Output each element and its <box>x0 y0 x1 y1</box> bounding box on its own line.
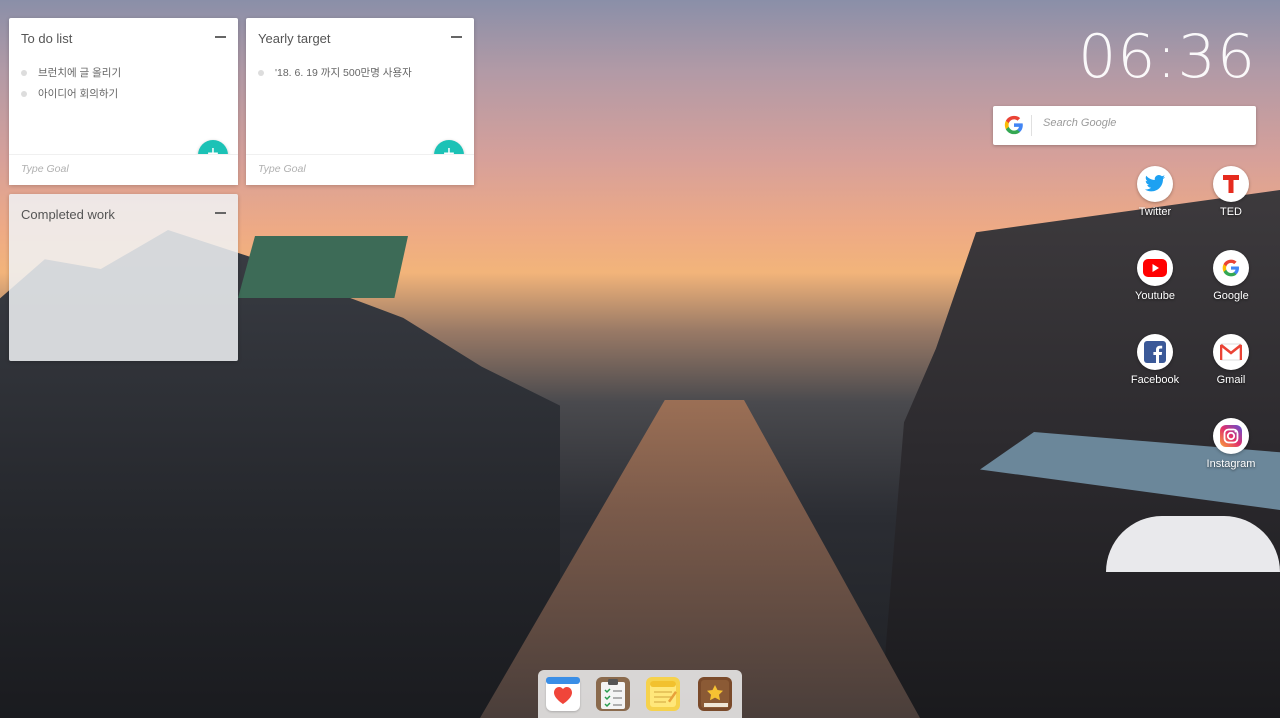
yearly-target-card: Yearly target '18. 6. 19 까지 500만명 사용자 + <box>246 18 474 185</box>
todo-goal-input[interactable] <box>19 162 173 176</box>
youtube-icon <box>1137 250 1173 286</box>
bookmark-star-book-icon[interactable] <box>698 677 732 711</box>
shortcut-label: TED <box>1220 206 1242 218</box>
ted-icon <box>1213 166 1249 202</box>
todo-card: To do list 브런치에 글 올리기 아이디어 회의하기 + <box>9 18 238 185</box>
shortcut-facebook[interactable]: Facebook <box>1123 334 1187 404</box>
clock: 06:36 <box>1078 22 1256 92</box>
shortcut-youtube[interactable]: Youtube <box>1123 250 1187 320</box>
list-item[interactable]: 아이디어 회의하기 <box>21 87 121 108</box>
yearly-title: Yearly target <box>258 31 331 46</box>
todo-list: 브런치에 글 올리기 아이디어 회의하기 <box>21 66 121 108</box>
minimize-icon[interactable] <box>215 36 226 38</box>
yearly-list: '18. 6. 19 까지 500만명 사용자 <box>258 66 412 87</box>
facebook-icon <box>1137 334 1173 370</box>
yearly-input-row <box>246 154 474 185</box>
health-heart-icon[interactable] <box>546 677 580 711</box>
shortcut-label: Gmail <box>1216 374 1246 386</box>
shortcut-instagram[interactable]: Instagram <box>1199 418 1263 488</box>
gmail-icon <box>1213 334 1249 370</box>
app-dock <box>538 670 742 718</box>
list-item[interactable]: '18. 6. 19 까지 500만명 사용자 <box>258 66 412 87</box>
white-umbrella <box>1106 516 1280 572</box>
yearly-goal-input[interactable] <box>256 162 410 176</box>
shortcut-label: Twitter <box>1138 206 1172 218</box>
google-search-box <box>993 106 1256 145</box>
completed-work-card: Completed work <box>9 194 238 361</box>
completed-title: Completed work <box>21 207 115 222</box>
clipboard-checklist-icon[interactable] <box>596 677 630 711</box>
list-item[interactable]: 브런치에 글 올리기 <box>21 66 121 87</box>
notes-icon[interactable] <box>646 677 680 711</box>
shortcut-gmail[interactable]: Gmail <box>1199 334 1263 404</box>
shortcut-label: Google <box>1213 290 1249 302</box>
twitter-icon <box>1137 166 1173 202</box>
minimize-icon[interactable] <box>215 212 226 214</box>
google-icon <box>1003 114 1025 136</box>
search-input[interactable] <box>1041 116 1245 130</box>
instagram-icon <box>1213 418 1249 454</box>
search-divider <box>1031 115 1032 136</box>
shortcut-twitter[interactable]: Twitter <box>1123 166 1187 236</box>
todo-input-row <box>9 154 238 185</box>
minimize-icon[interactable] <box>451 36 462 38</box>
google-icon <box>1213 250 1249 286</box>
shortcut-label: Facebook <box>1130 374 1180 386</box>
shortcut-label: Youtube <box>1135 290 1175 302</box>
todo-title: To do list <box>21 31 73 46</box>
shortcut-ted[interactable]: TED <box>1199 166 1263 236</box>
shortcut-label: Instagram <box>1206 458 1256 470</box>
green-roof <box>238 236 408 298</box>
shortcut-google[interactable]: Google <box>1199 250 1263 320</box>
